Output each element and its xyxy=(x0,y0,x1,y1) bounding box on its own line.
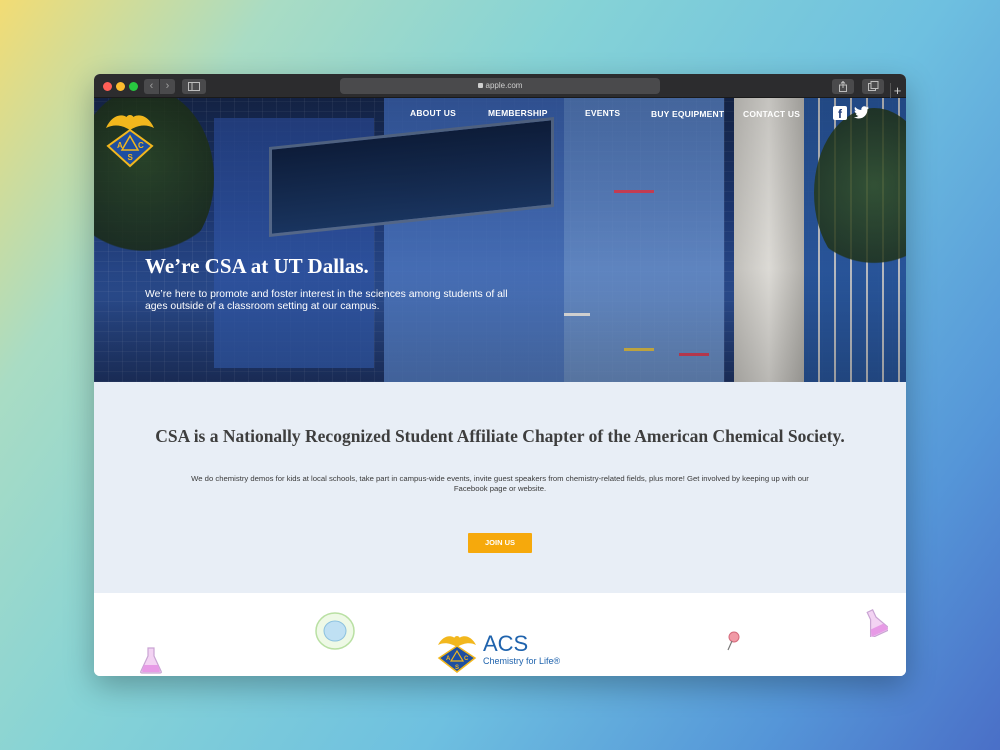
browser-window: ‹ › apple.com + A C S ABOUT US MEMBERSHI… xyxy=(94,74,906,676)
back-arrow-icon[interactable]: ‹ xyxy=(144,79,159,94)
acs-wordmark: ACS xyxy=(483,631,529,656)
minimize-window-button[interactable] xyxy=(116,82,125,91)
join-us-button[interactable]: JOIN US xyxy=(468,533,532,553)
logo-letter-c: C xyxy=(138,141,144,150)
nav-contact-us[interactable]: CONTACT US xyxy=(743,109,800,119)
nav-about-us[interactable]: ABOUT US xyxy=(410,108,456,118)
lock-icon xyxy=(477,83,483,88)
sidebar-icon[interactable] xyxy=(182,79,206,94)
address-bar[interactable]: apple.com xyxy=(340,78,660,94)
flask-icon xyxy=(140,647,162,674)
hero-section: A C S ABOUT US MEMBERSHIP EVENTS BUY EQU… xyxy=(94,98,906,382)
forward-arrow-icon[interactable]: › xyxy=(160,79,175,94)
new-tab-button[interactable]: + xyxy=(890,83,904,98)
nav-buy-equipment[interactable]: BUY EQUIPMENT xyxy=(651,109,724,119)
url-text: apple.com xyxy=(485,81,523,90)
about-body: We do chemistry demos for kids at local … xyxy=(191,474,809,493)
browser-toolbar: ‹ › apple.com + xyxy=(94,74,906,98)
about-title: CSA is a Nationally Recognized Student A… xyxy=(155,426,845,446)
acs-tagline: Chemistry for Life® xyxy=(483,656,561,666)
logo-letter-s: S xyxy=(128,153,134,162)
close-window-button[interactable] xyxy=(103,82,112,91)
about-section: CSA is a Nationally Recognized Student A… xyxy=(94,382,906,593)
acs-logo-letter-s: S xyxy=(455,665,459,671)
nav-membership[interactable]: MEMBERSHIP xyxy=(488,108,548,118)
petri-dish-icon xyxy=(315,612,355,650)
csa-logo[interactable]: A C S xyxy=(98,106,162,168)
acs-logo-letter-c: C xyxy=(464,656,469,662)
twitter-icon[interactable] xyxy=(854,106,869,120)
acs-logo-icon: A C S xyxy=(437,636,477,673)
zoom-window-button[interactable] xyxy=(129,82,138,91)
pin-icon xyxy=(727,631,740,651)
nav-events[interactable]: EVENTS xyxy=(585,108,620,118)
flask-icon xyxy=(866,609,888,637)
tabs-icon[interactable] xyxy=(862,79,884,94)
hero-title: We’re CSA at UT Dallas. xyxy=(145,254,369,278)
share-icon[interactable] xyxy=(832,79,854,94)
acs-logo-letter-a: A xyxy=(446,656,451,662)
logo-letter-a: A xyxy=(117,141,123,150)
facebook-icon[interactable]: f xyxy=(833,106,847,121)
hero-subtitle: We’re here to promote and foster interes… xyxy=(145,289,508,312)
acs-section: A C S ACS Chemistry for Life® xyxy=(94,593,906,676)
